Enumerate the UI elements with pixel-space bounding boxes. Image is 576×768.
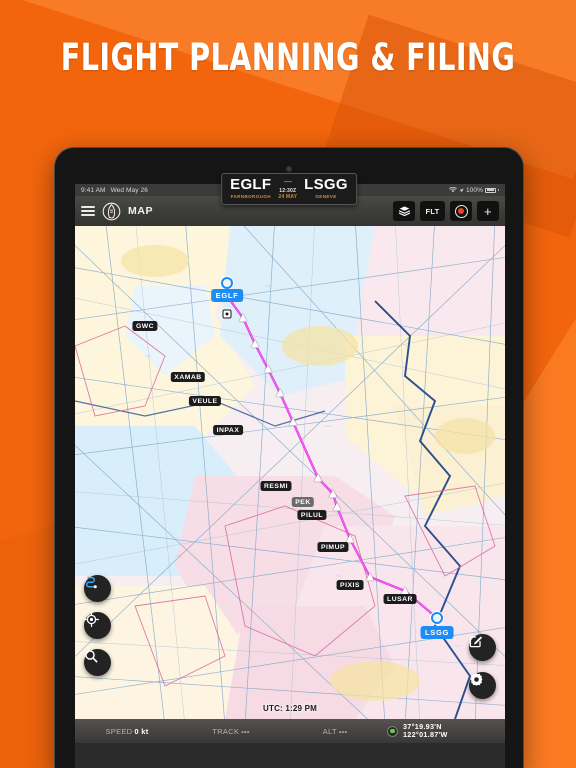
gear-icon xyxy=(470,673,483,686)
waypoint-label-pimup[interactable]: PIMUP xyxy=(317,542,349,553)
page-title: MAP xyxy=(128,205,154,217)
waypoint-label-inpax[interactable]: INPAX xyxy=(213,425,243,436)
search-button[interactable] xyxy=(84,649,111,676)
waypoint-marker[interactable] xyxy=(251,339,259,348)
status-date: Wed May 26 xyxy=(110,186,148,194)
waypoint-label-lusar[interactable]: LUSAR xyxy=(383,594,417,605)
alt-value: --- xyxy=(338,726,348,736)
waypoint-label-pixis[interactable]: PIXIS xyxy=(336,580,364,591)
aeronautical-chart xyxy=(75,226,505,719)
waypoint-marker[interactable] xyxy=(366,572,374,581)
promo-headline: FLIGHT PLANNING & FILING xyxy=(60,36,516,79)
waypoint-marker[interactable] xyxy=(264,364,272,373)
airport-badge-destination[interactable]: LSGG xyxy=(420,626,454,639)
layers-button[interactable] xyxy=(393,201,415,221)
alt-readout: ALT --- xyxy=(283,727,387,736)
hamburger-menu-icon[interactable] xyxy=(81,205,95,217)
record-circle-icon xyxy=(454,204,468,218)
speed-value: 0 kt xyxy=(134,726,149,736)
battery-percent: 100% xyxy=(465,186,483,194)
speed-label: SPEED xyxy=(105,726,133,736)
waypoint-label-veule[interactable]: VEULE xyxy=(188,396,222,407)
settings-button[interactable] xyxy=(469,672,496,699)
waypoint-label-resmi[interactable]: RESMI xyxy=(260,481,292,492)
pencil-square-icon xyxy=(469,636,483,648)
waypoint-marker[interactable] xyxy=(289,417,297,426)
map-canvas[interactable]: EGLF GWC XAMAB VEULE INPAX RESMI PEK PIL… xyxy=(75,226,505,719)
tablet-screen: 9:41 AM Wed May 26 100% MAP FLT + EGLF G… xyxy=(75,184,505,768)
wifi-icon xyxy=(449,187,457,193)
speed-readout: SPEED 0 kt xyxy=(75,727,179,736)
destination-marker[interactable] xyxy=(431,612,443,624)
track-label: TRACK xyxy=(212,726,240,736)
waypoint-label-pilul[interactable]: PILUL xyxy=(297,510,327,521)
locate-me-button[interactable] xyxy=(84,612,111,639)
layers-stack-icon xyxy=(397,205,411,217)
utc-time-label: UTC: 1:29 PM xyxy=(263,704,317,713)
destination-code: LSGG xyxy=(304,176,348,193)
route-plan-icon xyxy=(85,576,97,589)
app-logo-icon xyxy=(102,202,121,221)
waypoint-label-gwc[interactable]: GWC xyxy=(132,321,158,332)
status-time: 9:41 AM xyxy=(81,186,106,194)
waypoint-marker[interactable] xyxy=(276,388,284,397)
longitude-value: 122°01.87'W xyxy=(403,730,448,739)
track-readout: TRACK --- xyxy=(179,727,283,736)
origin-block: EGLF FARNBOROUGH xyxy=(230,177,271,199)
track-value: --- xyxy=(241,726,250,736)
waypoint-marker[interactable] xyxy=(329,489,337,498)
add-button[interactable]: + xyxy=(477,201,499,221)
location-arrow-icon xyxy=(459,187,464,193)
tablet-device: 9:41 AM Wed May 26 100% MAP FLT + EGLF G… xyxy=(54,147,524,768)
airport-symbol-icon xyxy=(222,309,232,319)
airport-badge-origin[interactable]: EGLF xyxy=(211,289,243,302)
search-icon xyxy=(85,650,98,663)
gps-status-icon xyxy=(387,725,398,737)
departure-time: 12:30Z xyxy=(279,187,297,194)
record-button[interactable] xyxy=(450,201,472,221)
waypoint-label-pek[interactable]: PEK xyxy=(291,497,315,508)
status-bottom-bar: SPEED 0 kt TRACK --- ALT --- 37°19.93'N 122… xyxy=(75,719,505,743)
flt-button[interactable]: FLT xyxy=(420,201,445,221)
waypoint-label-xamab[interactable]: XAMAB xyxy=(170,372,206,383)
waypoint-marker[interactable] xyxy=(239,313,247,322)
route-middle-block: — 12:30Z 24 MAY xyxy=(278,177,297,200)
origin-name: FARNBOROUGH xyxy=(230,193,271,199)
waypoint-marker[interactable] xyxy=(314,473,322,482)
destination-name: GENEVE xyxy=(315,193,337,199)
header-actions: FLT + xyxy=(393,201,499,221)
coordinates-readout[interactable]: 37°19.93'N 122°01.87'W xyxy=(387,722,505,740)
alt-label: ALT xyxy=(322,726,337,736)
crosshair-target-icon xyxy=(84,612,99,627)
edit-button[interactable] xyxy=(469,634,496,661)
departure-date: 24 MAY xyxy=(278,193,298,200)
waypoint-marker[interactable] xyxy=(333,502,341,511)
origin-marker[interactable] xyxy=(221,277,233,289)
origin-code: EGLF xyxy=(230,176,272,193)
destination-block: LSGG GENEVE xyxy=(304,177,348,199)
route-dash: — xyxy=(283,177,292,186)
battery-icon xyxy=(485,187,496,193)
flight-plan-button[interactable] xyxy=(84,575,111,602)
route-banner[interactable]: EGLF FARNBOROUGH — 12:30Z 24 MAY LSGG GE… xyxy=(221,173,357,205)
front-camera-icon xyxy=(286,166,292,172)
battery-cap-icon xyxy=(498,188,499,192)
